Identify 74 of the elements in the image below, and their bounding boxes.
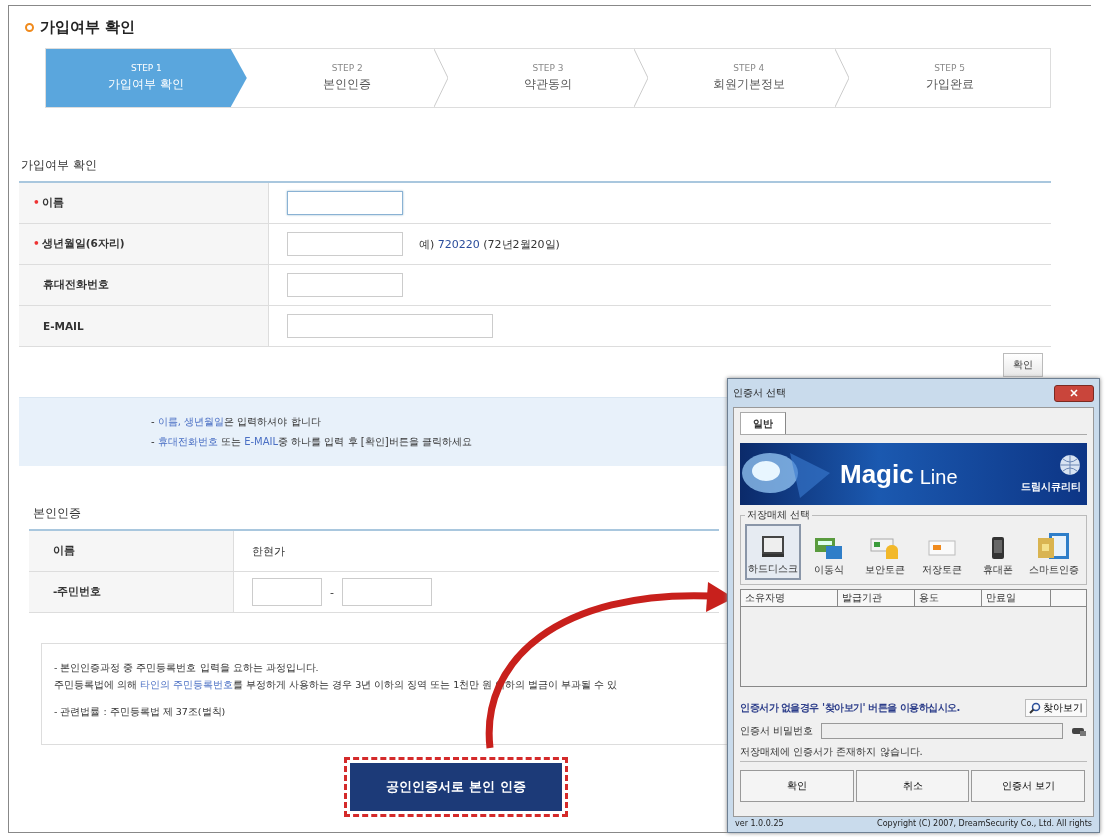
password-field[interactable]: [821, 723, 1063, 739]
section-title: 본인인증: [33, 506, 81, 521]
step-title: 가입완료: [925, 76, 974, 93]
certificate-auth-button[interactable]: 공인인증서로 본인 인증: [350, 763, 562, 811]
media-option[interactable]: 이동식: [801, 524, 858, 580]
column-header[interactable]: 발급기관: [838, 590, 915, 606]
step-title: 본인인증: [323, 76, 372, 93]
status-text: 저장매체에 인증서가 존재하지 않습니다.: [740, 745, 1087, 762]
step-number: STEP 1: [130, 63, 162, 73]
version-text: ver 1.0.0.25: [735, 819, 784, 828]
notice-text: - 이름, 생년월일은 입력하셔야 합니다: [151, 415, 321, 429]
hint-text: 인증서가 없을경우 '찾아보기' 버튼을 이용하십시오.: [740, 701, 960, 715]
column-header[interactable]: 용도: [915, 590, 982, 606]
confirm-button[interactable]: 확인: [1003, 353, 1043, 377]
section-title: 가입여부 확인: [21, 158, 97, 173]
step-title: 약관동의: [524, 76, 572, 93]
field-label: E-MAIL: [19, 305, 269, 347]
text-field[interactable]: [287, 273, 403, 297]
step-number: STEP 4: [733, 63, 765, 73]
dialog-title: 인증서 선택: [733, 386, 787, 400]
dialog-button[interactable]: 인증서 보기: [971, 770, 1085, 802]
close-button[interactable]: [1054, 384, 1094, 402]
sim-card-icon: [1036, 532, 1071, 560]
media-option[interactable]: 저장토큰: [913, 524, 970, 580]
info-text: - 관련법률 : 주민등록법 제 37조(벌칙): [54, 706, 226, 719]
tab[interactable]: 일반: [740, 412, 786, 434]
field-label: 인증서 비밀번호: [740, 724, 814, 738]
search-icon: [1029, 702, 1041, 714]
step-number: STEP 5: [934, 63, 966, 73]
token-icon: [870, 536, 901, 560]
info-text: - 본인인증과정 중 주민등록번호 입력을 요하는 과정입니다.: [54, 662, 319, 675]
copyright-text: Copyright (C) 2007, DreamSecurity Co., Ltd. All rights: [877, 819, 1092, 828]
text-field[interactable]: [287, 191, 403, 215]
media-option[interactable]: 휴대폰: [969, 524, 1026, 580]
field-label: 이름: [29, 530, 234, 572]
monitor-icon: [760, 535, 786, 559]
media-option[interactable]: 하드디스크: [745, 524, 801, 580]
column-header[interactable]: 소유자명: [741, 590, 838, 606]
step-title: 가입여부 확인: [108, 76, 185, 93]
text-field[interactable]: [287, 314, 493, 338]
brand-text: Magic: [840, 458, 914, 490]
separator-text: -: [330, 585, 334, 599]
step-divider: [835, 49, 850, 107]
dialog-button[interactable]: 취소: [855, 770, 970, 802]
bullet-icon: [25, 22, 34, 32]
step-number: STEP 2: [331, 63, 363, 73]
column-header[interactable]: 만료일: [982, 590, 1051, 606]
group-title: 저장매체 선택: [746, 509, 812, 522]
browse-button[interactable]: 찾아보기: [1025, 699, 1087, 717]
media-option[interactable]: 보안토큰: [857, 524, 914, 580]
globe-icon: [1059, 454, 1081, 476]
brand-text: Line: [919, 465, 958, 489]
company-text: 드림시큐리티: [1021, 480, 1081, 494]
phone-icon: [990, 536, 1005, 560]
drive-icon: [814, 536, 845, 560]
close-icon: [1070, 389, 1078, 397]
page-title: 가입여부 확인: [40, 17, 136, 37]
field-label: • 생년월일(6자리): [19, 223, 269, 265]
field-value: 한현가: [252, 544, 285, 558]
field-label: • 이름: [19, 182, 269, 224]
step-divider: [634, 49, 649, 107]
field-label: -주민번호: [29, 571, 234, 613]
dialog-button[interactable]: 확인: [740, 770, 854, 802]
step-number: STEP 3: [532, 63, 564, 73]
key-icon: [1071, 725, 1087, 737]
media-option[interactable]: 스마트인증: [1025, 524, 1082, 580]
text-field[interactable]: [252, 578, 322, 606]
text-field[interactable]: [287, 232, 403, 256]
field-label: 휴대전화번호: [19, 264, 269, 306]
step-divider: [433, 49, 448, 107]
hint-text: 예) 720220 (72년2월20일): [419, 237, 560, 251]
text-field[interactable]: [342, 578, 432, 606]
step-title: 회원기본정보: [712, 76, 785, 93]
notice-text: - 휴대전화번호 또는 E-MAIL중 하나를 입력 후 [확인]버튼을 클릭하세요: [151, 435, 472, 449]
